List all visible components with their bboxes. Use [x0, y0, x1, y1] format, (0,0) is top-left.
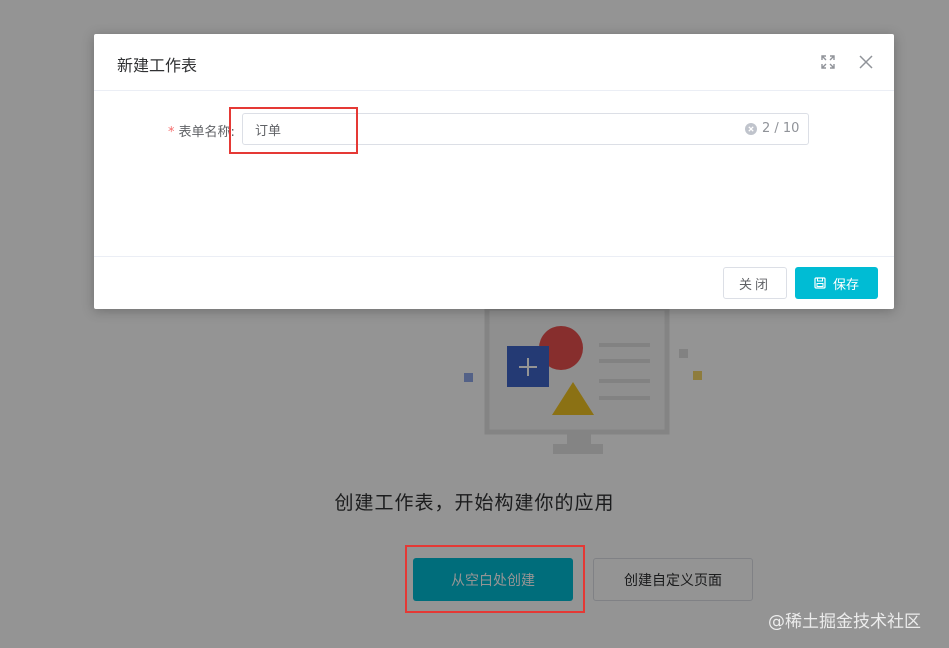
field-label: * 表单名称:	[168, 121, 235, 140]
clear-icon[interactable]	[745, 123, 757, 135]
dialog-footer: 关闭 保存	[94, 257, 894, 309]
character-counter: 2 / 10	[762, 121, 800, 136]
dialog-body: *表单名称: 2 / 10	[94, 91, 894, 257]
new-worksheet-dialog: 新建工作表 * 表单名称: 订单 2 / 10 关闭 保存	[94, 34, 894, 309]
form-name-field[interactable]: 2 / 10	[242, 113, 809, 145]
save-button[interactable]: 保存	[795, 267, 878, 299]
fullscreen-icon[interactable]	[817, 51, 839, 73]
save-icon	[814, 277, 826, 289]
close-button[interactable]: 关闭	[723, 267, 787, 299]
dialog-title: 新建工作表	[117, 56, 198, 75]
close-icon[interactable]	[855, 51, 877, 73]
required-mark: *	[168, 125, 175, 140]
save-label: 保存	[832, 277, 859, 293]
dialog-header: 新建工作表	[94, 34, 894, 91]
field-label-text: 表单名称:	[178, 125, 235, 140]
watermark: @稀土掘金技术社区	[768, 612, 921, 632]
form-name-input[interactable]	[243, 114, 723, 144]
